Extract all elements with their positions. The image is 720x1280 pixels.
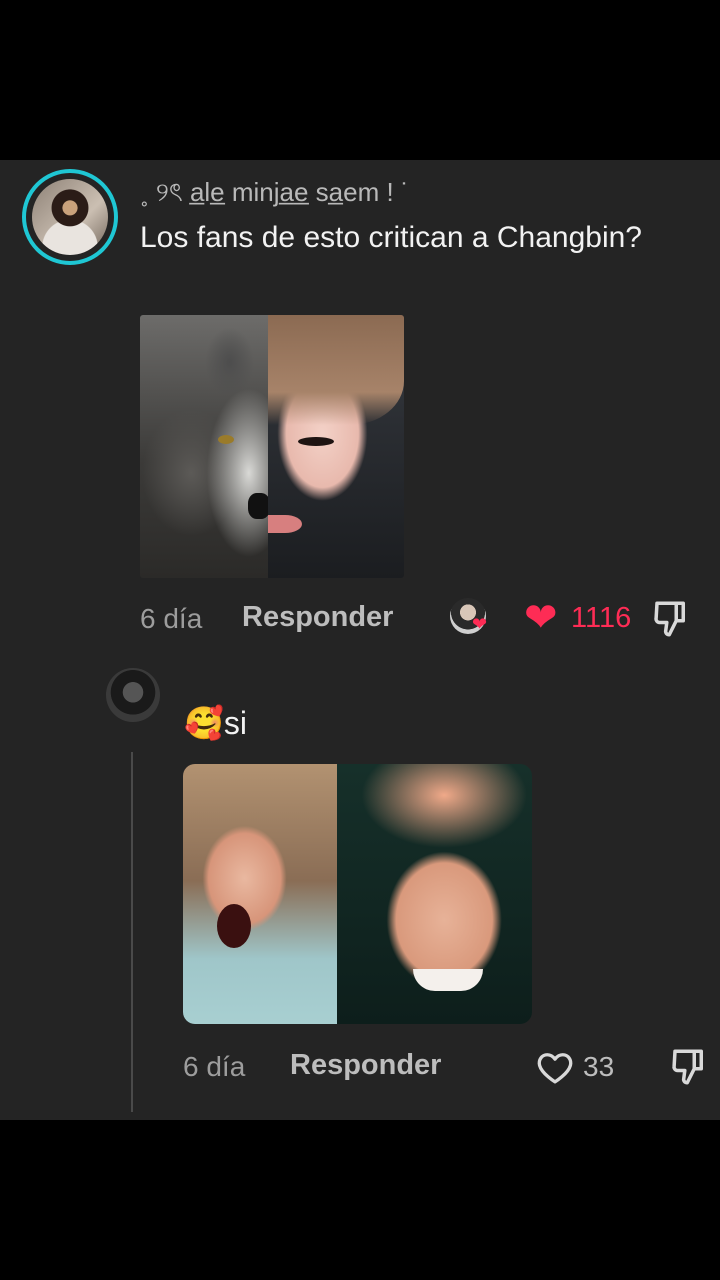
dislike-icon[interactable] — [650, 598, 692, 640]
creator-liked-heart-icon: ❤ — [472, 614, 488, 634]
heart-filled-icon[interactable]: ❤ — [524, 598, 558, 638]
reply-reply-button[interactable]: Responder — [290, 1049, 441, 1082]
reply-like-count: 33 — [583, 1051, 615, 1082]
reply-dislike-icon[interactable] — [668, 1046, 710, 1088]
reply-age: 6 día — [183, 1051, 246, 1082]
like-count: 1116 — [571, 602, 632, 634]
reply-image[interactable] — [183, 764, 532, 1024]
comment-age: 6 día — [140, 603, 203, 634]
thread-line — [131, 752, 133, 1112]
comment-text: Los fans de esto critican a Changbin? — [140, 221, 642, 254]
reply-text-body: si — [223, 705, 247, 741]
reply-button[interactable]: Responder — [242, 601, 393, 634]
heart-outline-icon[interactable] — [534, 1046, 576, 1088]
commenter-avatar[interactable] — [22, 169, 118, 265]
replier-avatar[interactable] — [106, 668, 160, 722]
comment-image[interactable] — [140, 315, 404, 578]
commenter-username[interactable]: ˳ ୨ৎ a̲le̲ minja̲e̲ sa̲em ! ˙ — [140, 172, 410, 216]
smiling-hearts-emoji: 🥰 — [184, 705, 224, 741]
reply-text: 🥰si — [184, 704, 247, 742]
